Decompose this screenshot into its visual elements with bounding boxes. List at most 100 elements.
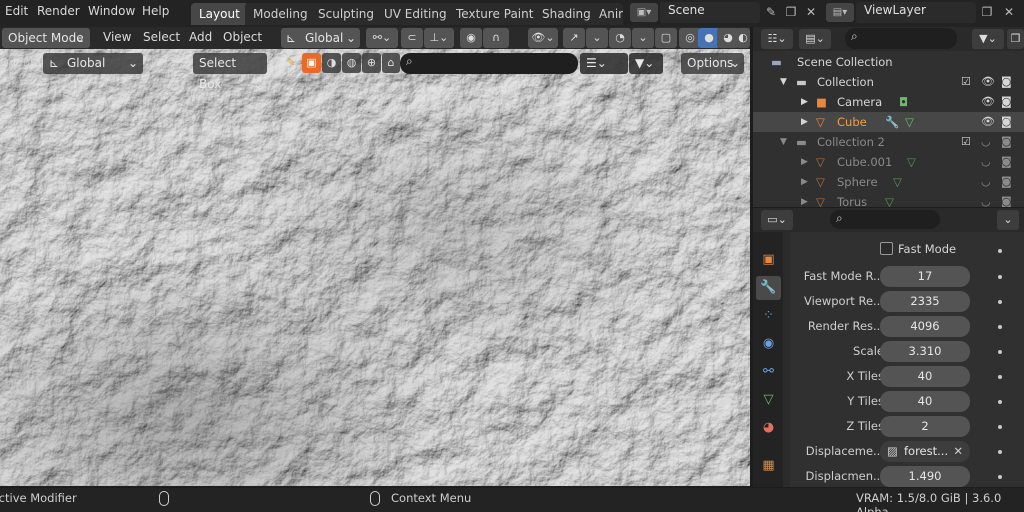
camera-data-icon[interactable]: ◘ — [899, 92, 908, 112]
menu-add[interactable]: Add — [189, 30, 212, 44]
select-box-dropdown[interactable]: Select Box ⌄ — [193, 53, 267, 91]
proportional-editing-icon[interactable]: ◉ — [460, 28, 482, 48]
rendered-shading-icon[interactable]: ◐ — [736, 28, 750, 48]
editor-type-icon[interactable]: ▭⌄ — [761, 210, 793, 230]
material-tab-icon[interactable]: ◕ — [756, 416, 781, 440]
tab-modeling[interactable]: Modeling — [245, 3, 316, 25]
filter-icon[interactable]: ▼⌄ — [972, 29, 1004, 49]
tool-search-input[interactable]: ⌕ — [400, 53, 578, 74]
mesh-data-tab-icon[interactable]: ▽ — [756, 388, 781, 412]
tool-orientation-dropdown[interactable]: ⊾ Global ⌄ — [43, 53, 143, 74]
view-layer-field[interactable]: ViewLayer — [856, 2, 976, 23]
pin-icon[interactable]: ✎ — [762, 3, 780, 21]
properties-search-input[interactable]: ⌕ — [830, 210, 940, 229]
keyframe-dot-icon[interactable] — [998, 425, 1002, 429]
menu-object[interactable]: Object — [223, 30, 262, 44]
tab-animation[interactable]: Anim — [593, 3, 623, 25]
fast-mode-resolution-field[interactable]: 17 — [880, 266, 970, 287]
tab-sculpting[interactable]: Sculpting — [310, 3, 383, 25]
tab-texture-paint[interactable]: Texture Paint — [448, 3, 542, 25]
outliner-row-sphere[interactable]: ▶ ▽ Sphere ▽ ◡ ◙ — [753, 172, 1024, 192]
funnel-dropdown[interactable]: ▼⌄ — [629, 53, 663, 74]
object-mode-icon[interactable]: ▣ — [302, 53, 321, 73]
camera-render-icon[interactable]: ◙ — [1001, 192, 1012, 207]
keyframe-dot-icon[interactable] — [998, 450, 1002, 454]
mesh-data-icon[interactable]: ▽ — [893, 172, 902, 192]
displacement-texture-field[interactable]: ▨ forest... ✕ — [880, 441, 970, 462]
texture-icon[interactable]: ◍ — [342, 53, 361, 73]
xray-icon[interactable]: ▢ — [655, 28, 677, 48]
view-layer-selector-icon[interactable]: ▤▾ — [826, 3, 854, 22]
texture-tab-icon[interactable]: ▦ — [756, 454, 781, 478]
mesh-data-icon[interactable]: ▽ — [907, 152, 916, 172]
menu-view[interactable]: View — [103, 30, 131, 44]
particles-tab-icon[interactable]: ⁘ — [756, 304, 781, 328]
constraints-tab-icon[interactable]: ⚯ — [756, 360, 781, 384]
keyframe-dot-icon[interactable] — [998, 375, 1002, 379]
shading-sphere-icon[interactable]: ◑ — [322, 53, 341, 73]
tool-icon[interactable]: ⌂ — [382, 53, 400, 73]
falloff-icon[interactable]: ∩ — [483, 28, 509, 48]
display-mode-icon[interactable]: ▤⌄ — [799, 29, 831, 49]
camera-render-icon[interactable]: ◙ — [1001, 112, 1012, 132]
render-resolution-field[interactable]: 4096 — [880, 316, 970, 337]
keyframe-dot-icon[interactable] — [998, 275, 1002, 279]
expand-icon[interactable]: ▼ — [780, 132, 787, 152]
wrench-icon[interactable]: 🔧 — [885, 112, 899, 132]
eye-closed-icon[interactable]: ◡ — [981, 152, 991, 172]
keyframe-dot-icon[interactable] — [998, 475, 1002, 479]
expand-icon[interactable]: ▶ — [801, 152, 808, 172]
camera-render-icon[interactable]: ◙ — [1001, 132, 1012, 152]
new-scene-icon[interactable]: ❐ — [782, 3, 800, 21]
camera-render-icon[interactable]: ◙ — [1001, 72, 1012, 92]
remove-view-layer-icon[interactable]: ✕ — [1000, 3, 1018, 21]
menu-select[interactable]: Select — [143, 30, 180, 44]
camera-render-icon[interactable]: ◙ — [1001, 92, 1012, 112]
expand-icon[interactable]: ▶ — [801, 192, 808, 207]
x-tiles-field[interactable]: 40 — [880, 366, 970, 387]
eye-closed-icon[interactable]: ◡ — [981, 172, 991, 192]
outliner-row-cube[interactable]: ▶ ▽ Cube 🔧 ▽ 👁 ◙ — [753, 112, 1024, 132]
options-dropdown[interactable]: Options ⌄ — [681, 53, 744, 74]
mesh-data-icon[interactable]: ▽ — [905, 112, 914, 132]
fast-mode-row[interactable]: Fast Mode — [790, 240, 1024, 261]
modifier-tab-icon[interactable]: 🔧 — [756, 276, 781, 300]
filter-dropdown[interactable]: ☰⌄ — [580, 53, 628, 74]
menu-help[interactable]: Help — [142, 4, 169, 18]
keyframe-dot-icon[interactable] — [998, 350, 1002, 354]
keyframe-dot-icon[interactable] — [998, 325, 1002, 329]
gizmo-dropdown-icon[interactable]: ⌄ — [586, 28, 608, 48]
outliner-row-camera[interactable]: ▶ ■ Camera ◘ 👁 ◙ — [753, 92, 1024, 112]
exclude-checkbox[interactable]: ☑ — [961, 72, 971, 92]
outliner-row-cube-001[interactable]: ▶ ▽ Cube.001 ▽ ◡ ◙ — [753, 152, 1024, 172]
eye-closed-icon[interactable]: ◡ — [981, 132, 991, 152]
exclude-checkbox[interactable]: ☑ — [961, 132, 971, 152]
outliner-row-torus[interactable]: ▶ ▽ Torus ▽ ◡ ◙ — [753, 192, 1024, 207]
menu-render[interactable]: Render — [37, 4, 80, 18]
mode-dropdown[interactable]: Object Mode ⌄ — [2, 28, 90, 48]
menu-window[interactable]: Window — [88, 4, 135, 18]
outliner-search-input[interactable]: ⌕ — [845, 28, 957, 49]
outliner-row-collection[interactable]: ▼ ▬ Collection ☑ 👁 ◙ — [753, 72, 1024, 92]
3d-viewport[interactable]: Object Mode ⌄ View Select Add Object ⊾ G… — [0, 27, 750, 486]
tab-uv-editing[interactable]: UV Editing — [376, 3, 455, 25]
z-tiles-field[interactable]: 2 — [880, 416, 970, 437]
new-collection-icon[interactable]: ❐ — [1007, 29, 1024, 49]
menu-edit[interactable]: Edit — [5, 4, 28, 18]
tab-layout[interactable]: Layout — [191, 3, 248, 25]
transform-orientation-dropdown[interactable]: ⊾ Global ⌄ — [281, 28, 360, 48]
outliner-row-collection-2[interactable]: ▼ ▬ Collection 2 ☑ ◡ ◙ — [753, 132, 1024, 152]
snap-icon[interactable]: ⊂ — [401, 28, 423, 48]
eye-icon[interactable]: 👁 — [981, 92, 995, 112]
keyframe-dot-icon[interactable] — [998, 400, 1002, 404]
mesh-data-icon[interactable]: ▽ — [885, 192, 894, 207]
tab-shading[interactable]: Shading — [534, 3, 599, 25]
eye-icon[interactable]: 👁 — [981, 112, 995, 132]
viewport-resolution-field[interactable]: 2335 — [880, 291, 970, 312]
keyframe-dot-icon[interactable] — [998, 300, 1002, 304]
overlays-dropdown-icon[interactable]: ⌄ — [632, 28, 654, 48]
camera-render-icon[interactable]: ◙ — [1001, 152, 1012, 172]
expand-icon[interactable]: ▼ — [780, 72, 787, 92]
keyframe-dot-icon[interactable] — [998, 249, 1002, 253]
eye-icon[interactable]: 👁 — [981, 72, 995, 92]
